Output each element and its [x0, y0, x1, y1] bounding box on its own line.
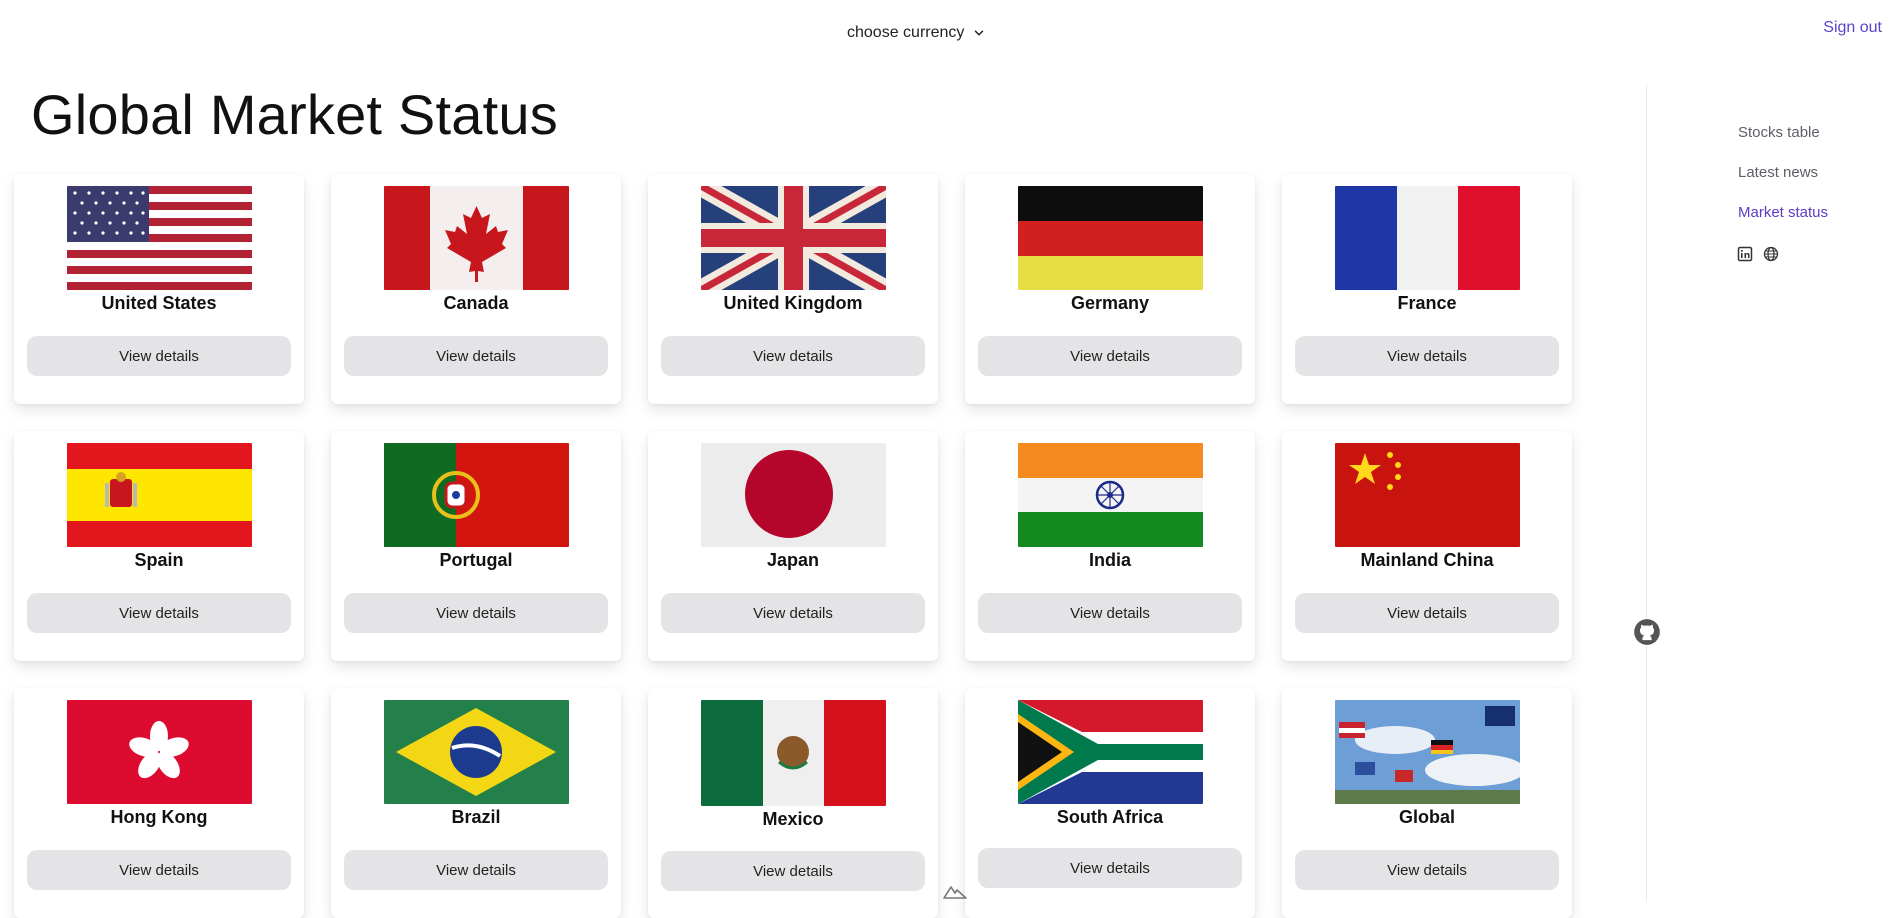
chevron-down-icon	[975, 30, 984, 36]
social-icons	[1737, 246, 1779, 262]
sidebar-nav: Stocks table Latest news Market status	[1738, 122, 1828, 223]
view-details-button[interactable]: View details	[978, 593, 1242, 633]
market-card-france: France View details	[1282, 174, 1572, 404]
market-card-united-kingdom: United Kingdom View details	[648, 174, 938, 404]
us-flag	[66, 186, 252, 290]
sidebar-item-market-status[interactable]: Market status	[1738, 202, 1828, 223]
globe-icon[interactable]	[1763, 246, 1779, 262]
market-name: South Africa	[1056, 807, 1164, 827]
hong-kong-flag	[66, 700, 252, 804]
market-card-mexico: Mexico View details	[648, 688, 938, 918]
view-details-button[interactable]: View details	[1295, 336, 1559, 376]
view-details-button[interactable]: View details	[978, 848, 1242, 888]
sign-out-link[interactable]: Sign out	[1823, 19, 1882, 37]
germany-flag	[1017, 186, 1203, 290]
mexico-flag	[700, 700, 886, 806]
spain-flag	[66, 443, 252, 547]
sidebar-item-stocks-table[interactable]: Stocks table	[1738, 122, 1828, 143]
view-details-button[interactable]: View details	[344, 336, 608, 376]
currency-label: choose currency	[847, 24, 965, 41]
view-details-button[interactable]: View details	[661, 851, 925, 891]
market-card-canada: Canada View details	[331, 174, 621, 404]
view-details-button[interactable]: View details	[344, 593, 608, 633]
view-details-button[interactable]: View details	[978, 336, 1242, 376]
market-name: Portugal	[439, 550, 513, 570]
brazil-flag	[383, 700, 569, 804]
view-details-button[interactable]: View details	[27, 593, 291, 633]
market-card-portugal: Portugal View details	[331, 431, 621, 661]
view-details-button[interactable]: View details	[1295, 850, 1559, 890]
market-name: Japan	[766, 550, 820, 570]
view-details-button[interactable]: View details	[27, 850, 291, 890]
market-card-japan: Japan View details	[648, 431, 938, 661]
market-card-india: India View details	[965, 431, 1255, 661]
france-flag	[1334, 186, 1520, 290]
market-card-mainland-china: Mainland China View details	[1282, 431, 1572, 661]
market-name: Mexico	[762, 809, 824, 829]
currency-dropdown[interactable]: choose currency	[847, 22, 986, 44]
view-details-button[interactable]: View details	[661, 336, 925, 376]
page-title: Global Market Status	[31, 83, 558, 146]
market-name: Canada	[443, 293, 509, 313]
view-details-button[interactable]: View details	[27, 336, 291, 376]
canada-flag	[383, 186, 569, 290]
market-name: United Kingdom	[723, 293, 863, 313]
market-card-germany: Germany View details	[965, 174, 1255, 404]
market-name: United States	[101, 293, 217, 313]
market-card-brazil: Brazil View details	[331, 688, 621, 918]
japan-flag	[700, 443, 886, 547]
market-name: Mainland China	[1360, 550, 1494, 570]
portugal-flag	[383, 443, 569, 547]
linkedin-icon[interactable]	[1737, 246, 1753, 262]
market-name: India	[1088, 550, 1131, 570]
global-flags-image	[1334, 700, 1520, 804]
nuxt-logo-icon	[943, 886, 967, 899]
market-card-hong-kong: Hong Kong View details	[14, 688, 304, 918]
view-details-button[interactable]: View details	[661, 593, 925, 633]
china-flag	[1334, 443, 1520, 547]
market-name: Brazil	[451, 807, 501, 827]
market-card-united-states: United States View details	[14, 174, 304, 404]
market-card-south-africa: South Africa View details	[965, 688, 1255, 918]
sidebar-divider	[1646, 85, 1647, 901]
market-name: France	[1397, 293, 1457, 313]
market-card-spain: Spain View details	[14, 431, 304, 661]
market-grid: United States View details Canada View d…	[14, 174, 1572, 918]
south-africa-flag	[1017, 700, 1203, 804]
view-details-button[interactable]: View details	[1295, 593, 1559, 633]
uk-flag	[700, 186, 886, 290]
sidebar-item-latest-news[interactable]: Latest news	[1738, 162, 1828, 183]
market-name: Spain	[134, 550, 184, 570]
market-name: Global	[1398, 807, 1455, 827]
view-details-button[interactable]: View details	[344, 850, 608, 890]
market-card-global: Global View details	[1282, 688, 1572, 918]
market-name: Hong Kong	[110, 807, 208, 827]
india-flag	[1017, 443, 1203, 547]
github-icon[interactable]	[1633, 618, 1661, 646]
market-name: Germany	[1070, 293, 1150, 313]
